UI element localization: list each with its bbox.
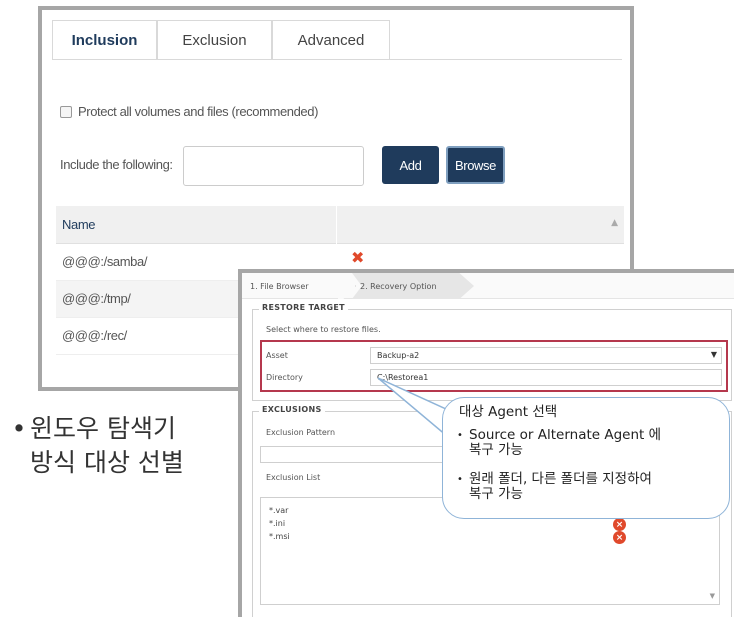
directory-input[interactable]: C:\Restorea1 — [370, 369, 722, 386]
exclusion-list-label: Exclusion List — [266, 473, 321, 482]
callout-bubble: 대상 Agent 선택 • Source or Alternate Agent … — [442, 397, 730, 519]
callout-bullet-line-1: 원래 폴더, 다른 폴더를 지정하여 — [469, 471, 652, 487]
scroll-up-icon[interactable]: ▲ — [611, 218, 618, 228]
list-item[interactable]: *.var — [269, 506, 288, 515]
row-path: @@@:/samba/ — [62, 254, 148, 269]
caret-down-icon: ▼ — [710, 350, 717, 359]
callout-bullet-line-1: Source or Alternate Agent 에 — [469, 427, 662, 443]
name-column-header[interactable]: Name — [62, 217, 95, 232]
feature-bullet: • 윈도우 탐색기 방식 대상 선별 — [8, 412, 184, 480]
bullet-dot: • — [11, 414, 27, 443]
table-header: Name ▲ — [56, 206, 624, 244]
tab-divider — [52, 59, 622, 60]
protect-all-label: Protect all volumes and files (recommend… — [78, 104, 319, 119]
include-label: Include the following: — [60, 157, 173, 172]
exclusions-title: EXCLUSIONS — [259, 405, 325, 414]
bullet-dot: • — [457, 474, 463, 485]
callout-bullet: • 원래 폴더, 다른 폴더를 지정하여 복구 가능 — [451, 472, 723, 502]
row-path: @@@:/tmp/ — [62, 291, 131, 306]
tab-inclusion[interactable]: Inclusion — [52, 20, 157, 60]
scroll-down-icon[interactable]: ▼ — [710, 592, 715, 600]
directory-label: Directory — [266, 373, 303, 382]
restore-hint: Select where to restore files. — [266, 325, 381, 334]
step-recovery-option[interactable]: 2. Recovery Option — [360, 273, 437, 299]
step-separator — [338, 273, 356, 299]
protect-all-option[interactable]: Protect all volumes and files (recommend… — [60, 104, 318, 119]
browse-button[interactable]: Browse — [446, 146, 505, 184]
callout-title: 대상 Agent 선택 — [459, 404, 558, 420]
restore-target-title: RESTORE TARGET — [259, 303, 348, 312]
protect-all-checkbox[interactable] — [60, 105, 72, 118]
wizard-steps: 1. File Browser 2. Recovery Option — [242, 273, 734, 299]
step-file-browser[interactable]: 1. File Browser — [250, 273, 309, 299]
include-input[interactable] — [183, 146, 364, 186]
tab-exclusion[interactable]: Exclusion — [157, 20, 272, 60]
asset-value: Backup-a2 — [377, 351, 420, 360]
exclusion-pattern-label: Exclusion Pattern — [266, 428, 336, 437]
delete-icon[interactable]: × — [613, 518, 626, 531]
delete-icon[interactable]: ✖ — [351, 248, 364, 267]
bullet-dot: • — [457, 430, 463, 441]
delete-icon[interactable]: × — [613, 531, 626, 544]
bullet-line-2: 방식 대상 선별 — [30, 448, 184, 477]
add-button[interactable]: Add — [382, 146, 439, 184]
list-item[interactable]: *.ini — [269, 519, 285, 528]
bullet-line-1: 윈도우 탐색기 — [30, 414, 176, 443]
list-item[interactable]: *.msi — [269, 532, 290, 541]
asset-select[interactable]: Backup-a2 ▼ — [370, 347, 722, 364]
callout-bullets: • Source or Alternate Agent 에 복구 가능 • 원래… — [451, 428, 723, 516]
callout-bullet: • Source or Alternate Agent 에 복구 가능 — [451, 428, 723, 458]
column-divider — [336, 206, 337, 244]
asset-label: Asset — [266, 351, 288, 360]
callout-bullet-line-2: 복구 가능 — [469, 442, 523, 458]
row-path: @@@:/rec/ — [62, 328, 127, 343]
callout-bullet-line-2: 복구 가능 — [469, 486, 523, 502]
tab-bar: Inclusion Exclusion Advanced — [52, 20, 572, 60]
tab-advanced[interactable]: Advanced — [272, 20, 390, 60]
